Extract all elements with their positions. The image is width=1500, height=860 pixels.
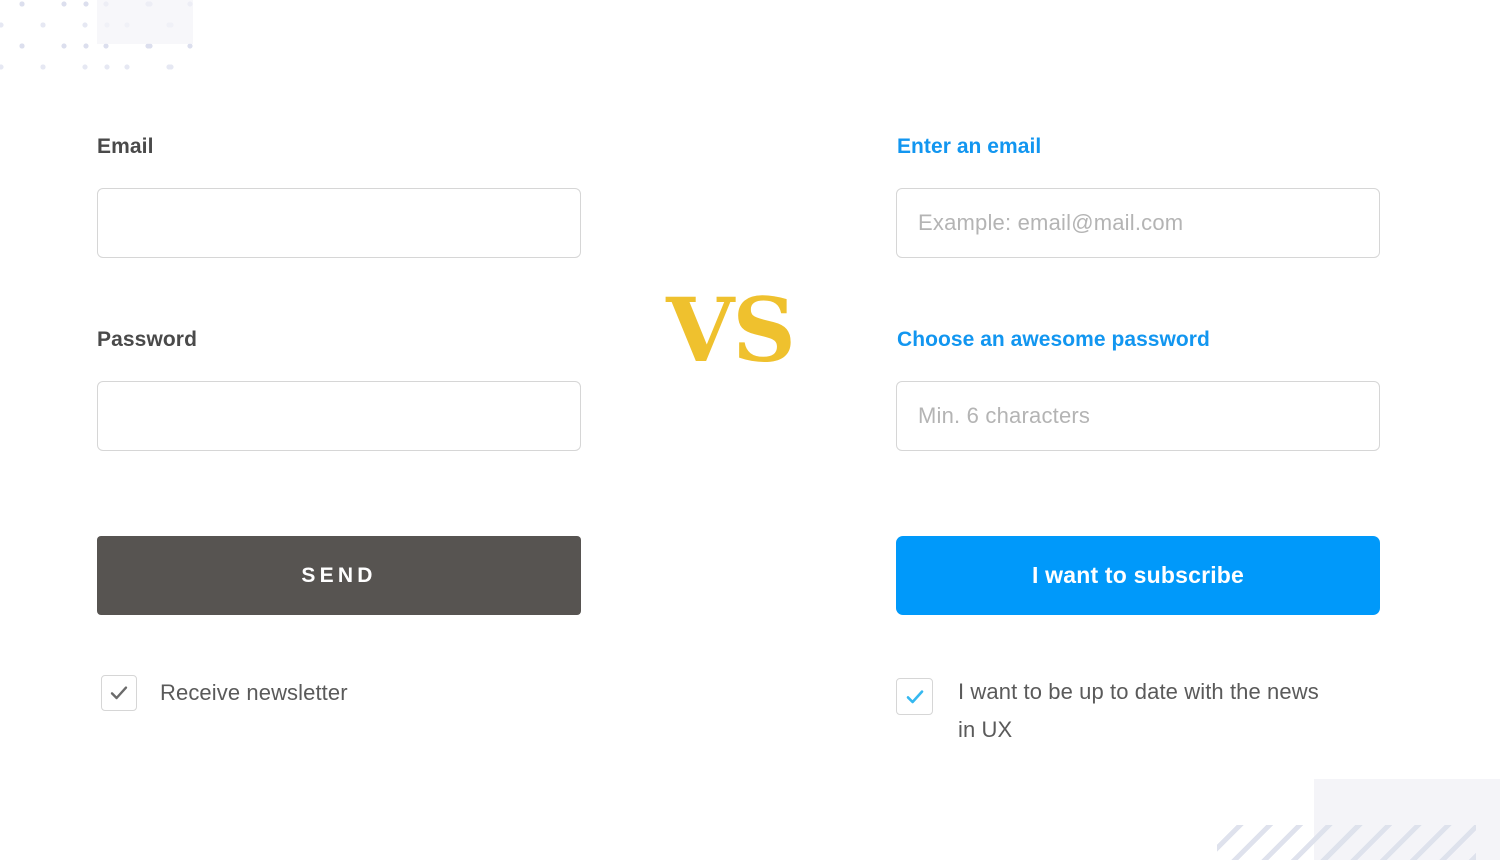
right-email-label: Enter an email — [897, 135, 1042, 158]
subscribe-button[interactable]: I want to subscribe — [896, 536, 1380, 615]
left-form-column: Email Password SEND Receive newsletter — [97, 0, 581, 860]
versus-label: VS — [666, 278, 796, 382]
checkmark-icon — [906, 689, 923, 703]
checkmark-icon — [110, 686, 128, 700]
news-updates-checkbox[interactable] — [896, 678, 933, 715]
receive-newsletter-label: Receive newsletter — [160, 680, 348, 705]
right-email-input[interactable] — [896, 188, 1380, 258]
page-canvas: VS Email Password SEND Receive newslette… — [0, 0, 1500, 860]
send-button[interactable]: SEND — [97, 536, 581, 615]
right-password-input[interactable] — [896, 381, 1380, 451]
right-form-column: Enter an email Choose an awesome passwor… — [896, 0, 1380, 860]
right-password-label: Choose an awesome password — [897, 328, 1210, 351]
left-password-label: Password — [97, 328, 198, 351]
left-email-input[interactable] — [97, 188, 581, 258]
receive-newsletter-checkbox[interactable] — [101, 675, 137, 711]
left-email-label: Email — [97, 135, 154, 158]
left-password-input[interactable] — [97, 381, 581, 451]
news-updates-label: I want to be up to date with the news in… — [958, 679, 1319, 742]
